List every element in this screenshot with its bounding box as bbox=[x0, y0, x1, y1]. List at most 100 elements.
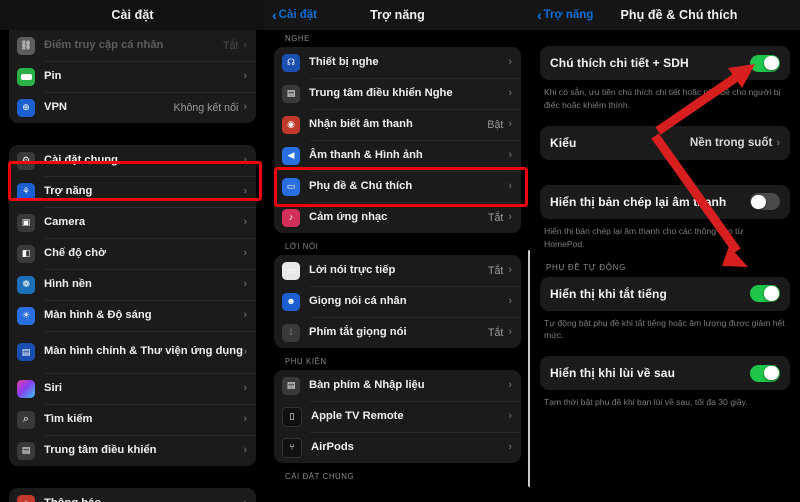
accessibility-row-hearing-devices[interactable]: ☊ Thiết bị nghe › bbox=[274, 47, 521, 78]
row-label: Phụ đề & Chú thích bbox=[309, 179, 413, 192]
settings-scroll-area[interactable]: ⛓ Điểm truy cập cá nhân Tắt › Pin › ⊕ VP… bbox=[0, 30, 265, 502]
accessibility-row-airpods[interactable]: ⑂ AirPods › bbox=[274, 432, 521, 463]
row-label: Nhận biết âm thanh bbox=[309, 117, 413, 130]
airpods-icon: ⑂ bbox=[282, 437, 302, 458]
chevron-right-icon: › bbox=[243, 413, 247, 425]
settings-group-general: ⚙ Cài đặt chung › ⚘ Trợ năng › ▣ Camera … bbox=[9, 145, 256, 466]
row-label: Phím tắt giọng nói bbox=[309, 325, 407, 338]
audio-transcription-label: Hiển thị bản chép lại âm thanh bbox=[550, 194, 727, 209]
settings-row-notifications[interactable]: ◬ Thông báo › bbox=[9, 488, 256, 502]
settings-row-general[interactable]: ⚙ Cài đặt chung › bbox=[9, 145, 256, 176]
show-when-muted-toggle[interactable] bbox=[750, 285, 780, 303]
settings-group-notifications: ◬ Thông báo › ◀ Âm thanh & Cảm ứng › bbox=[9, 488, 256, 502]
settings-row-search[interactable]: ⌕ Tìm kiếm › bbox=[9, 404, 256, 435]
auto-captions-section-label: Phụ đề tự động bbox=[546, 262, 627, 272]
accessibility-scroll-area[interactable]: Nghe ☊ Thiết bị nghe › ▤ Trung tâm điều … bbox=[265, 30, 530, 502]
closed-captions-toggle[interactable] bbox=[750, 54, 780, 72]
settings-row-hotspot[interactable]: ⛓ Điểm truy cập cá nhân Tắt › bbox=[9, 30, 256, 61]
accessibility-panel: ‹ Cài đặt Trợ năng Nghe ☊ Thiết bị nghe … bbox=[265, 0, 530, 502]
back-to-accessibility-button[interactable]: ‹ Trợ năng bbox=[537, 0, 593, 30]
section-label-accessories: Phụ kiện bbox=[285, 357, 327, 366]
row-label: Màn hình chính & Thư viện ứng dụng bbox=[44, 345, 243, 358]
settings-row-wallpaper[interactable]: ❁ Hình nền › bbox=[9, 269, 256, 300]
gear-icon: ⚙ bbox=[17, 151, 35, 170]
chevron-right-icon: › bbox=[243, 345, 247, 358]
toggle-knob bbox=[751, 194, 766, 209]
accessibility-group-speech: ▭ Lời nói trực tiếp Tắt › ☻ Giọng nói cá… bbox=[274, 255, 521, 348]
chevron-right-icon: › bbox=[508, 180, 512, 192]
hotspot-icon: ⛓ bbox=[17, 36, 35, 55]
battery-icon bbox=[17, 67, 35, 86]
accessibility-row-music-haptics[interactable]: ♪ Cảm ứng nhạc Tắt › bbox=[274, 202, 521, 233]
accessibility-row-keyboards[interactable]: ▤ Bàn phím & Nhập liệu › bbox=[274, 370, 521, 401]
accessibility-row-apple-tv-remote[interactable]: ▯ Apple TV Remote › bbox=[274, 401, 521, 432]
chevron-right-icon: › bbox=[508, 56, 512, 68]
audio-transcription-row[interactable]: Hiển thị bản chép lại âm thanh bbox=[540, 185, 790, 219]
show-when-rewinding-group: Hiển thị khi lùi về sau bbox=[540, 356, 790, 391]
accessibility-row-vocal-shortcuts[interactable]: ⦙ Phím tắt giọng nói Tắt › bbox=[274, 317, 521, 348]
row-label: Trợ năng bbox=[44, 184, 93, 197]
show-when-rewinding-toggle[interactable] bbox=[750, 364, 780, 382]
row-label: Trung tâm điều khiển Nghe bbox=[309, 86, 453, 99]
show-when-rewinding-row[interactable]: Hiển thị khi lùi về sau bbox=[540, 356, 790, 390]
row-value: Tắt bbox=[488, 264, 504, 277]
row-label: Chế độ chờ bbox=[44, 246, 107, 259]
row-label: Hình nền bbox=[44, 277, 92, 290]
closed-captions-group: Chú thích chi tiết + SDH bbox=[540, 46, 790, 80]
chevron-right-icon: › bbox=[243, 101, 247, 113]
show-when-rewinding-label: Hiển thị khi lùi về sau bbox=[550, 366, 675, 381]
sound-recognition-icon: ◉ bbox=[282, 115, 300, 134]
accessibility-row-sound-recognition[interactable]: ◉ Nhận biết âm thanh Bật › bbox=[274, 109, 521, 140]
closed-captions-footnote: Khi có sẵn, ưu tiên chú thích chi tiết h… bbox=[544, 87, 781, 110]
settings-row-control-center[interactable]: ▤ Trung tâm điều khiển › bbox=[9, 435, 256, 466]
chevron-right-icon: › bbox=[508, 118, 512, 130]
control-center-icon: ▤ bbox=[17, 441, 35, 460]
search-icon: ⌕ bbox=[17, 410, 35, 429]
chevron-left-icon: ‹ bbox=[537, 7, 542, 23]
settings-row-display-brightness[interactable]: ☀ Màn hình & Độ sáng › bbox=[9, 300, 256, 331]
style-value: Nền trong suốt bbox=[689, 136, 773, 150]
settings-navbar: Cài đặt bbox=[0, 0, 265, 30]
closed-captions-row[interactable]: Chú thích chi tiết + SDH bbox=[540, 46, 790, 80]
row-label: Trung tâm điều khiển bbox=[44, 443, 157, 456]
settings-row-standby[interactable]: ◧ Chế độ chờ › bbox=[9, 238, 256, 269]
back-to-settings-button[interactable]: ‹ Cài đặt bbox=[272, 0, 317, 30]
subtitles-scroll-area[interactable]: Chú thích chi tiết + SDH Khi có sẵn, ưu … bbox=[530, 46, 800, 502]
accessibility-row-hearing-control-center[interactable]: ▤ Trung tâm điều khiển Nghe › bbox=[274, 78, 521, 109]
accessibility-title: Trợ năng bbox=[370, 8, 425, 22]
row-value: Tắt bbox=[488, 326, 504, 339]
accessibility-group-hearing: ☊ Thiết bị nghe › ▤ Trung tâm điều khiển… bbox=[274, 47, 521, 233]
chevron-right-icon: › bbox=[243, 444, 247, 456]
chevron-right-icon: › bbox=[243, 382, 247, 394]
row-value: Tắt bbox=[488, 211, 504, 224]
show-when-muted-row[interactable]: Hiển thị khi tắt tiếng bbox=[540, 277, 790, 311]
row-label: Điểm truy cập cá nhân bbox=[44, 38, 164, 51]
show-when-muted-footnote: Tự động bật phụ đề khi tắt tiếng hoặc âm… bbox=[544, 317, 785, 341]
accessibility-row-personal-voice[interactable]: ☻ Giọng nói cá nhân › bbox=[274, 286, 521, 317]
subtitles-navbar: ‹ Trợ năng Phụ đề & Chú thích bbox=[530, 0, 800, 30]
chevron-right-icon: › bbox=[508, 379, 512, 391]
settings-row-battery[interactable]: Pin › bbox=[9, 61, 256, 92]
row-value: Bật bbox=[487, 118, 504, 131]
settings-row-home-screen[interactable]: ▤ Màn hình chính & Thư viện ứng dụng › bbox=[9, 331, 256, 373]
chevron-right-icon: › bbox=[508, 149, 512, 161]
vocal-shortcuts-icon: ⦙ bbox=[282, 323, 300, 342]
style-label: Kiểu bbox=[550, 135, 577, 150]
settings-row-siri[interactable]: Siri › bbox=[9, 373, 256, 404]
accessibility-row-audio-visual[interactable]: ◀ Âm thanh & Hình ảnh › bbox=[274, 140, 521, 171]
accessibility-row-live-speech[interactable]: ▭ Lời nói trực tiếp Tắt › bbox=[274, 255, 521, 286]
hearing-control-icon: ▤ bbox=[282, 84, 300, 103]
row-label: AirPods bbox=[311, 440, 354, 453]
audio-visual-icon: ◀ bbox=[282, 146, 300, 165]
settings-row-camera[interactable]: ▣ Camera › bbox=[9, 207, 256, 238]
settings-row-vpn[interactable]: ⊕ VPN Không kết nối › bbox=[9, 92, 256, 123]
audio-transcription-toggle[interactable] bbox=[750, 193, 780, 211]
accessibility-row-subtitles-captioning[interactable]: ▭ Phụ đề & Chú thích › bbox=[274, 171, 521, 202]
chevron-right-icon: › bbox=[508, 264, 512, 276]
row-label: VPN bbox=[44, 100, 68, 113]
settings-row-accessibility[interactable]: ⚘ Trợ năng › bbox=[9, 176, 256, 207]
style-row[interactable]: Kiểu Nền trong suốt › bbox=[540, 126, 790, 160]
audio-transcription-footnote: Hiển thị bản chép lại âm thanh cho các t… bbox=[544, 225, 744, 249]
vpn-icon: ⊕ bbox=[17, 98, 35, 117]
chevron-right-icon: › bbox=[776, 136, 780, 149]
